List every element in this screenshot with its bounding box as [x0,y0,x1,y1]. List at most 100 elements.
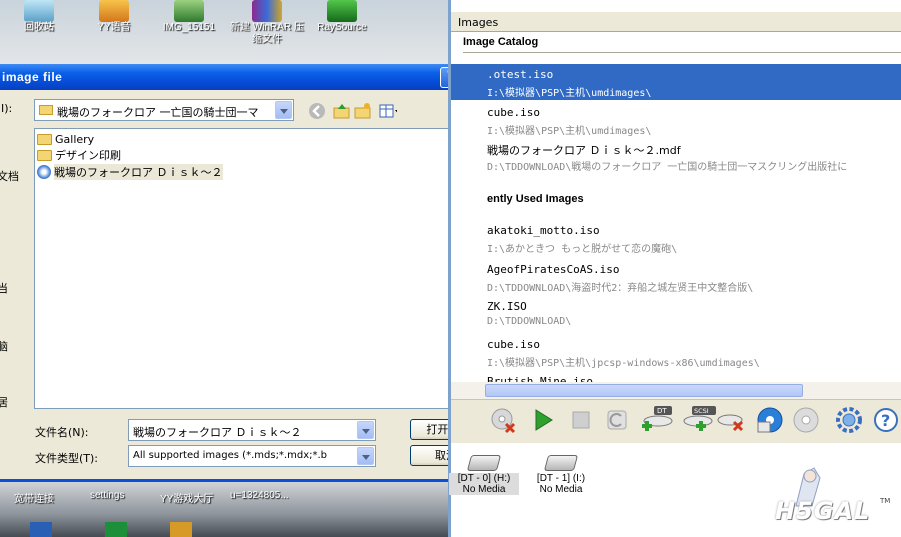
watermark-logo: H5GAL [775,497,871,525]
recent-item-path: D:\TDDOWNLOAD\ [487,316,572,327]
desktop-icon-raysource[interactable]: RaySource [303,0,381,34]
file-name: デザイン印刷 [55,149,121,162]
desktop-icon-recycle-bin[interactable]: 回收站 [0,0,78,34]
recent-item-path: I:\あかときつ もっと脱がせて恋の魔砲\ [487,244,678,255]
desktop-icon-winrar[interactable]: 新建 WinRAR 压缩文件 [228,0,306,46]
recent-header: ently Used Images [487,193,584,205]
catalog-item-path: D:\TDDOWNLOAD\戦場のフォークロア 一亡国の騎士団一マスクリング出版… [487,162,848,173]
desktop-icon-label: 回收站 [24,22,54,33]
filetype-combo[interactable]: All supported images (*.mds;*.mdx;*.b [128,445,376,467]
chevron-down-icon[interactable] [357,447,374,465]
filename-label: 文件名(N): [35,426,89,439]
help-label: ? [881,411,890,430]
file-list[interactable]: Gallery デザイン印刷 戦場のフォークロア Ｄｉｓｋ～２ [34,128,478,409]
recent-item-name[interactable]: AgeofPiratesCoAS.iso [487,263,619,276]
drive-status: No Media [449,484,519,495]
write-image-icon[interactable] [756,406,784,434]
images-tab-label: Images [458,16,499,29]
list-item[interactable]: Gallery [37,131,94,147]
up-folder-icon[interactable] [333,102,351,120]
scsi-label: SCSI [694,407,709,415]
folder-icon [39,105,53,115]
desktop-bottom-area [0,480,448,537]
places-item[interactable]: 文档 [0,168,19,184]
back-icon[interactable] [308,102,326,120]
file-name: Gallery [55,132,95,146]
recent-item-name[interactable]: cube.iso [487,338,540,351]
desktop-tile-icon [105,522,127,537]
recent-item-name[interactable]: Brutish_Mine.iso [487,375,593,382]
catalog-item-path: I:\模拟器\PSP\主机\umdimages\ [487,88,652,99]
catalog-item-name[interactable]: cube.iso [487,106,540,119]
settings-icon[interactable] [835,406,863,434]
catalog-header: Image Catalog [463,36,539,48]
places-item[interactable]: 居 [0,394,8,410]
drive-icon [466,455,502,471]
desktop-icon-label: YY语音 [97,22,131,33]
look-in-label: I): [1,102,13,115]
desktop-icon-label: 新建 WinRAR 压缩文件 [230,22,304,45]
disc-image-icon [37,165,51,179]
list-item[interactable]: 戦場のフォークロア Ｄｉｓｋ～２ [37,164,223,180]
new-folder-icon[interactable] [354,102,372,120]
refresh-icon[interactable] [604,406,632,434]
remove-drive-icon[interactable] [716,406,748,434]
virtual-drive-dt0[interactable]: [DT - 0] (H:) No Media [449,455,519,495]
desktop-icon-yy-games[interactable]: YY游戏大厅 [160,490,213,505]
catalog-item-name[interactable]: .otest.iso [487,68,553,81]
look-in-combo[interactable]: 戦場のフォークロア 一亡国の騎士団一マ [34,99,294,121]
images-tab[interactable]: Images [451,12,901,32]
help-icon[interactable]: ? [872,406,900,434]
disc-icon[interactable] [792,406,820,434]
places-item[interactable]: 脑 [0,338,8,354]
raysource-icon [327,0,357,22]
list-item[interactable]: デザイン印刷 [37,147,121,163]
recycle-bin-icon [24,0,54,22]
dialog-title: image file [2,70,63,84]
folder-icon [37,133,52,145]
recent-item-name[interactable]: ZK.ISO [487,300,527,313]
play-icon[interactable] [530,406,558,434]
places-item[interactable]: 当 [0,280,8,296]
filename-value: 戦場のフォークロア Ｄｉｓｋ～２ [133,426,302,439]
chevron-down-icon[interactable] [357,421,374,439]
image-file-icon [174,0,204,22]
filetype-label: 文件类型(T): [35,452,99,465]
drive-icon [543,455,579,471]
dt-label: DT [657,407,667,415]
places-bar: 文档 当 脑 居 [0,128,22,468]
dialog-titlebar[interactable]: image file ? × [0,64,486,90]
desktop-icon-img[interactable]: IMG_15151 [150,0,228,34]
look-in-value: 戦場のフォークロア 一亡国の騎士団一マ [57,106,259,119]
drive-label: [DT - 0] (H:) [449,473,519,484]
desktop-icon-settings[interactable]: settings [90,490,124,501]
filename-combo[interactable]: 戦場のフォークロア Ｄｉｓｋ～２ [128,419,376,441]
desktop-icon-label: IMG_15151 [162,22,216,33]
trademark: TM [880,497,891,505]
drive-status: No Media [539,484,583,495]
recent-item-name[interactable]: akatoki_motto.iso [487,224,600,237]
scrollbar-thumb[interactable] [485,384,803,397]
view-menu-icon[interactable] [379,102,397,120]
open-image-dialog: image file ? × I): 戦場のフォークロア 一亡国の騎士団一マ 文… [0,64,486,482]
divider [463,52,901,53]
drive-label: [DT - 1] (I:) [536,473,586,484]
file-name: 戦場のフォークロア Ｄｉｓｋ～２ [54,164,223,180]
virtual-drive-dt1[interactable]: [DT - 1] (I:) No Media [526,455,596,495]
add-scsi-drive-icon[interactable]: SCSI [680,406,720,434]
desktop-icon-image-file[interactable]: u=1324805... [230,490,289,501]
winrar-icon [252,0,282,22]
desktop-tile-icon [30,522,52,537]
stop-icon[interactable] [568,406,596,434]
chevron-down-icon[interactable] [275,101,292,119]
desktop-icon-broadband[interactable]: 宽带连接 [14,490,54,505]
recent-item-path: I:\模拟器\PSP\主机\jpcsp-windows-x86\umdimage… [487,358,760,369]
filetype-value: All supported images (*.mds;*.mdx;*.b [133,450,328,461]
catalog-item-name[interactable]: 戦場のフォークロア Ｄｉｓｋ～２.mdf [487,142,681,158]
toolbar [451,399,901,443]
desktop-icon-yy[interactable]: YY语音 [75,0,153,34]
catalog-item-path: I:\模拟器\PSP\主机\umdimages\ [487,126,652,137]
add-dt-drive-icon[interactable]: DT [640,406,676,434]
recent-item-path: D:\TDDOWNLOAD\海盗时代2：弃船之城左贤王中文整合版\ [487,283,754,294]
remove-image-icon[interactable] [490,406,518,434]
